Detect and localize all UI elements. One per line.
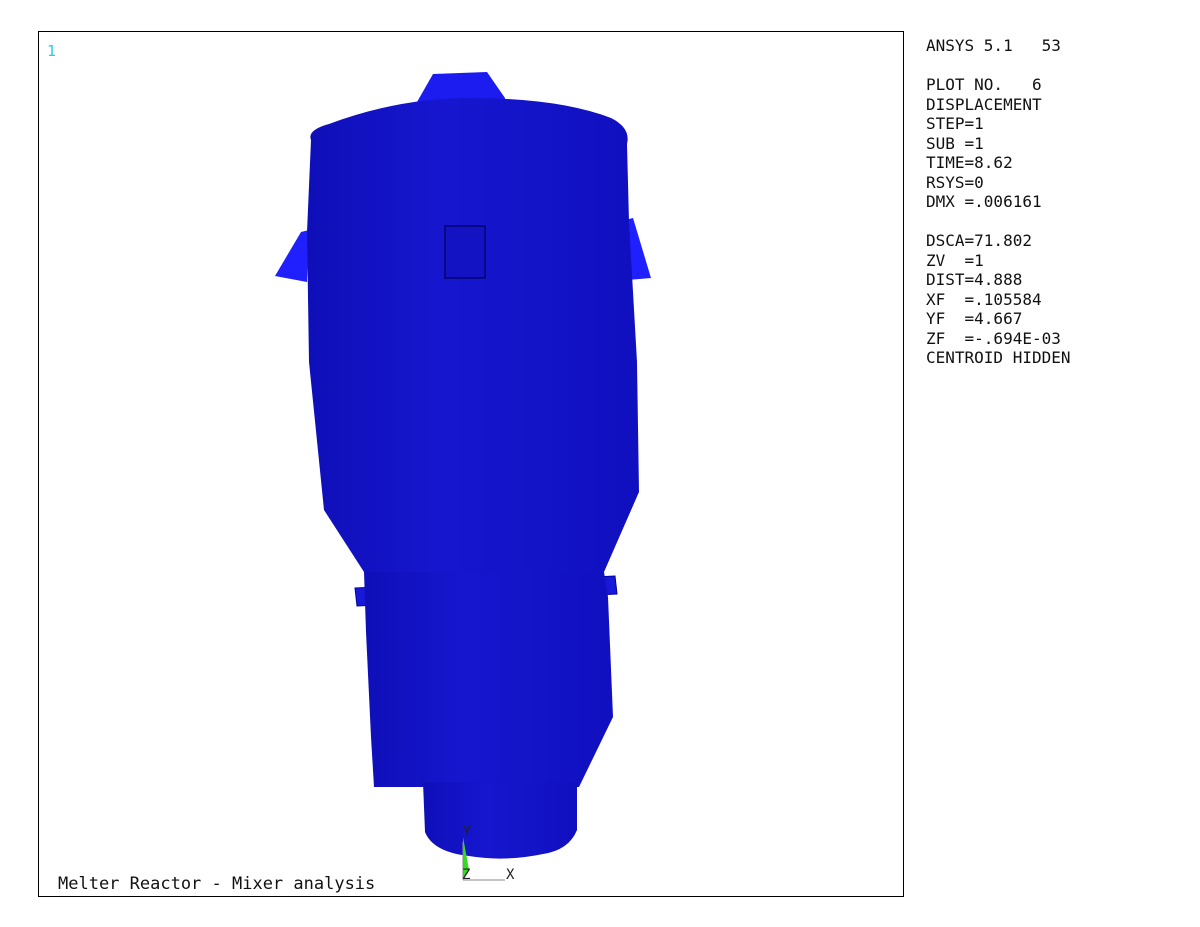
triad-z-label: Z (462, 867, 470, 883)
view-info-line: ZV =1 (926, 250, 984, 270)
triad-y-label: Y (463, 824, 472, 840)
result-info-line: RSYS=0 (926, 172, 984, 192)
view-info-line: ZF =-.694E-03 (926, 328, 1061, 348)
plot-number: PLOT NO. 6 (926, 75, 1042, 94)
result-info: DISPLACEMENT STEP=1 SUB =1 TIME=8.62 RSYS=0 D… (926, 95, 1071, 212)
result-info-line: STEP=1 (926, 114, 984, 133)
product-header: ANSYS 5.1 53 (926, 36, 1071, 56)
plot-title: Melter Reactor - Mixer analysis (58, 874, 376, 894)
upper-shell (307, 98, 639, 572)
legend-info-panel: ANSYS 5.1 53 PLOT NO. 6 DISPLACEMENT STEP… (926, 36, 1071, 368)
result-info-line: DMX =.006161 (926, 192, 1042, 211)
view-info-line: YF =4.667 (926, 309, 1023, 328)
result-info-line: SUB =1 (926, 133, 984, 153)
left-lug (275, 230, 309, 282)
view-info-line: CENTROID HIDDEN (926, 348, 1071, 367)
reactor-model: Y X Z (275, 72, 651, 883)
bottom-nozzle (423, 782, 577, 859)
view-info: DSCA=71.802 ZV =1 DIST=4.888 XF =.105584 YF … (926, 231, 1071, 368)
product-name: ANSYS 5.1 (926, 36, 1013, 55)
view-info-line: DIST=4.888 (926, 270, 1023, 289)
session-number: 53 (1041, 36, 1061, 55)
view-info-line: XF =.105584 (926, 289, 1042, 309)
graphics-viewport[interactable]: 1 Y X Z Melter Reactor - Mixer analysis (38, 31, 904, 897)
result-info-line: TIME=8.62 (926, 153, 1013, 172)
lower-shell (364, 572, 613, 787)
view-info-line: DSCA=71.802 (926, 231, 1032, 250)
triad-x-label: X (506, 867, 515, 883)
manway (444, 225, 486, 279)
result-info-line: DISPLACEMENT (926, 94, 1042, 114)
